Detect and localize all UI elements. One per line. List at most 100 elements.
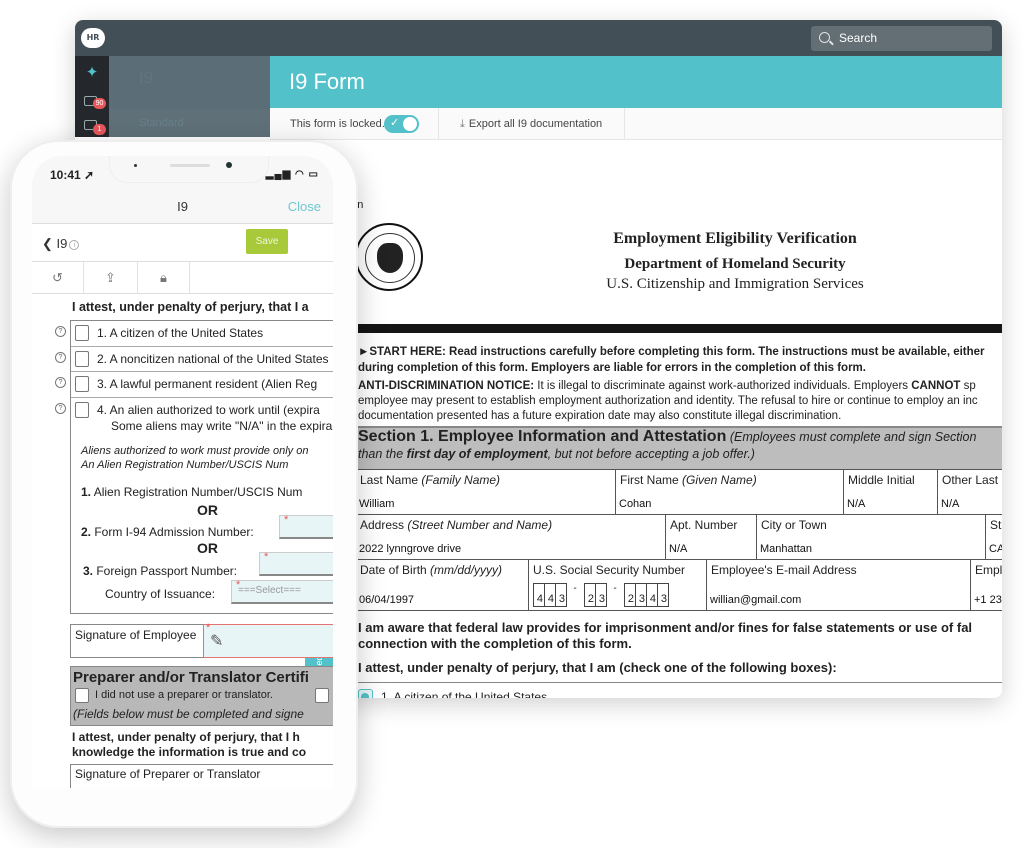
- first-name-field[interactable]: First Name (Given Name) Cohan: [615, 469, 844, 515]
- section1-note: (Employees must complete and sign Sectio…: [726, 430, 977, 444]
- save-button[interactable]: Save: [246, 229, 288, 254]
- top-bar: HR Search: [75, 20, 1002, 56]
- divider: [624, 108, 625, 140]
- option-label: 1. A citizen of the United States: [97, 326, 264, 340]
- phone-screen: 10:41 ➚ ▂▄▆ ◠ ▭ I9 Close ❮ I9 i Save ↺ ⇪ …: [32, 156, 333, 788]
- toggle-knob: [403, 117, 417, 131]
- status-time: 10:41 ➚: [50, 168, 94, 182]
- other-last-name-field[interactable]: Other Last N/A: [937, 469, 1002, 515]
- middle-initial-field[interactable]: Middle Initial N/A: [843, 469, 938, 515]
- option-label: 4. An alien authorized to work until (ex…: [97, 403, 320, 417]
- first-name-label: First Name: [620, 473, 679, 487]
- list-item-standard[interactable]: Standard: [109, 109, 270, 137]
- no-preparer-checkbox[interactable]: [75, 688, 89, 703]
- section1-sub: than the: [358, 447, 407, 461]
- start-here-notice: ►START HERE: Read instructions carefully…: [358, 344, 1002, 376]
- start-here-line2: during completion of this form. Employer…: [358, 362, 866, 374]
- i94-input[interactable]: *: [279, 514, 333, 539]
- dob-value: 06/04/1997: [359, 594, 415, 606]
- state-field[interactable]: St CA: [985, 514, 1002, 560]
- signature-field[interactable]: * ✎: [203, 622, 333, 658]
- ssn-field[interactable]: U.S. Social Security Number 4 4 3 - 2 3 …: [528, 559, 707, 611]
- option-alien-authorized[interactable]: ? 4. An alien authorized to work until (…: [55, 398, 333, 438]
- checkbox[interactable]: [75, 351, 89, 367]
- refresh-icon[interactable]: ↺: [32, 262, 84, 294]
- download-icon: ⤓: [460, 118, 465, 130]
- nav-bar: I9 Close: [32, 190, 333, 224]
- signature-label: Signature of Employee: [75, 628, 197, 642]
- selected-radio-icon[interactable]: [358, 689, 373, 698]
- lock-toggle[interactable]: ✓: [384, 115, 419, 133]
- time-text: 10:41: [50, 168, 81, 182]
- share-icon[interactable]: ⇪: [84, 262, 138, 294]
- last-name-field[interactable]: Last Name (Family Name) William: [355, 469, 616, 515]
- state-value: CA: [989, 543, 1002, 555]
- option-citizen[interactable]: ? 1. A citizen of the United States: [55, 321, 333, 347]
- option-permanent-resident[interactable]: ? 3. A lawful permanent resident (Alien …: [55, 372, 333, 398]
- form-subbar: This form is locked. ✓ ⤓ Export all I9 do…: [270, 108, 1002, 140]
- passport-input[interactable]: *: [259, 551, 333, 576]
- citizen-option[interactable]: 1. A citizen of the United States: [355, 682, 1002, 698]
- help-icon[interactable]: ?: [55, 377, 66, 388]
- phone-notch: [109, 156, 269, 183]
- dob-field[interactable]: Date of Birth (mm/dd/yyyy) 06/04/1997: [355, 559, 529, 611]
- help-icon[interactable]: ?: [55, 326, 66, 337]
- address-field[interactable]: Address (Street Number and Name) 2022 ly…: [355, 514, 666, 560]
- preparer-attest-line1: I attest, under penalty of perjury, that…: [72, 730, 300, 744]
- checkbox[interactable]: [75, 325, 89, 341]
- aliens-note-line2: An Alien Registration Number/USCIS Num: [81, 459, 289, 471]
- divider: [438, 108, 439, 140]
- search-input[interactable]: Search: [811, 26, 992, 51]
- app-star-icon[interactable]: ✦: [84, 65, 100, 80]
- messages-badge: 90: [93, 98, 106, 109]
- option-noncitizen[interactable]: ? 2. A noncitizen national of the United…: [55, 347, 333, 372]
- export-button[interactable]: ⤓ Export all I9 documentation: [460, 118, 602, 131]
- anti-label: ANTI-DISCRIMINATION NOTICE:: [358, 380, 535, 392]
- field-number: 1.: [81, 485, 92, 499]
- address-value: 2022 lynngrove drive: [359, 543, 462, 555]
- help-icon[interactable]: ?: [55, 352, 66, 363]
- citizen-option-label: 1. A citizen of the United States: [381, 690, 548, 698]
- back-button[interactable]: ❮ I9 i: [42, 236, 80, 252]
- doc-agency: U.S. Citizenship and Immigration Service…: [606, 276, 864, 292]
- lock-icon[interactable]: 🔒︎: [138, 262, 190, 294]
- anti-cannot: CANNOT: [911, 380, 961, 392]
- apt-number-field[interactable]: Apt. Number N/A: [665, 514, 757, 560]
- dob-hint: (mm/dd/yyyy): [426, 563, 503, 577]
- or-label: OR: [197, 540, 218, 556]
- city-field[interactable]: City or Town Manhattan: [756, 514, 986, 560]
- aware-line1: I am aware that federal law provides for…: [358, 620, 973, 635]
- first-name-hint: (Given Name): [678, 473, 757, 487]
- option-label: 2. A noncitizen national of the United S…: [97, 352, 329, 366]
- phone-label: Empl: [975, 563, 1002, 577]
- alien-reg-label: 1. Alien Registration Number/USCIS Num: [81, 485, 302, 499]
- address-label: Address: [360, 518, 405, 532]
- field-label: Foreign Passport Number:: [93, 564, 238, 578]
- doc-divider: [355, 324, 1002, 333]
- required-marker: *: [284, 514, 289, 526]
- preparer-signature-field[interactable]: Signature of Preparer or Translator: [70, 764, 333, 788]
- form-toolbar: ❮ I9 i Save: [32, 224, 333, 262]
- start-here-line1: ►START HERE: Read instructions carefully…: [358, 346, 985, 358]
- pencil-icon: ✎: [210, 633, 224, 650]
- info-icon[interactable]: i: [69, 240, 80, 250]
- hr-logo[interactable]: HR: [81, 28, 105, 48]
- phone-field[interactable]: Empl +1 234: [970, 559, 1002, 611]
- preparer-used-checkbox[interactable]: [315, 688, 329, 703]
- anti-text-2: sp: [960, 380, 976, 392]
- employee-signature-row: Signature of Employee * ✎: [70, 622, 333, 658]
- back-label: I9: [56, 236, 68, 251]
- close-button[interactable]: Close: [288, 199, 321, 214]
- country-select[interactable]: * ===Select===: [231, 579, 333, 604]
- email-field[interactable]: Employee's E-mail Address willian@gmail.…: [706, 559, 971, 611]
- search-icon: [819, 32, 830, 43]
- list-pane-title: I9: [139, 68, 154, 87]
- help-icon[interactable]: ?: [55, 403, 66, 414]
- city-label: City or Town: [761, 518, 827, 532]
- checkbox[interactable]: [75, 376, 89, 392]
- email-label: Employee's E-mail Address: [711, 563, 857, 577]
- checkbox[interactable]: [75, 402, 89, 418]
- section1-title: Section 1. Employee Information and Atte…: [358, 428, 727, 445]
- section1-header: Section 1. Employee Information and Atte…: [355, 426, 1002, 470]
- preparer-heading: Preparer and/or Translator Certifi: [73, 669, 309, 686]
